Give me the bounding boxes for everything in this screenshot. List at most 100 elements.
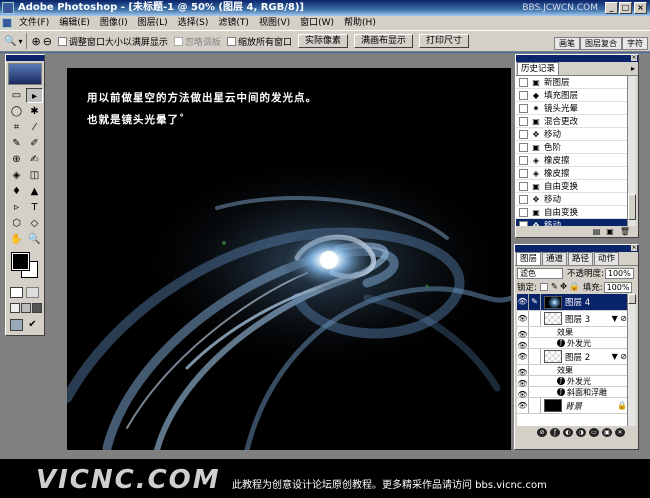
- history-state[interactable]: ◈ 橡皮擦: [516, 154, 628, 167]
- history-brush-source-checkbox[interactable]: [519, 90, 528, 100]
- standard-mode-icon[interactable]: [10, 287, 23, 298]
- close-icon[interactable]: ×: [631, 245, 637, 251]
- visibility-eye-icon[interactable]: 👁: [517, 365, 529, 377]
- slice-tool-icon[interactable]: ⁄: [26, 120, 43, 135]
- pen-tool-icon[interactable]: ⬡: [8, 216, 25, 231]
- layer-row[interactable]: 👁 ✎ 图层 4: [517, 294, 631, 311]
- menu-select[interactable]: 选择(S): [173, 16, 214, 30]
- close-icon[interactable]: ×: [631, 55, 637, 61]
- tab-paths[interactable]: 路径: [568, 252, 594, 265]
- history-state[interactable]: ▣ 自由变换: [516, 206, 628, 219]
- history-brush-source-checkbox[interactable]: [519, 142, 528, 152]
- actual-pixels-button[interactable]: 实际像素: [297, 34, 348, 48]
- zoom-tool-icon[interactable]: 🔍: [4, 36, 16, 47]
- history-state[interactable]: ✥ 移动: [516, 219, 628, 226]
- screen-mode-full-menu-icon[interactable]: [21, 303, 31, 313]
- history-state[interactable]: ▣ 新图层: [516, 76, 628, 89]
- layers-scrollbar-up[interactable]: [628, 294, 636, 304]
- history-brush-source-checkbox[interactable]: [519, 129, 528, 139]
- palette-menu-icon[interactable]: ▸: [631, 62, 638, 75]
- jump-to-imageready-icon[interactable]: [10, 319, 23, 331]
- visibility-eye-icon[interactable]: 👁: [517, 398, 529, 413]
- history-state[interactable]: ▣ 自由变换: [516, 180, 628, 193]
- tab-channels[interactable]: 通道: [542, 252, 568, 265]
- visibility-eye-icon[interactable]: 👁: [517, 376, 529, 388]
- lock-position-icon[interactable]: ✥: [560, 282, 567, 292]
- crop-tool-icon[interactable]: ⌗: [8, 120, 25, 135]
- tab-history[interactable]: 历史记录: [517, 62, 560, 75]
- history-palette-titlebar[interactable]: ×: [516, 55, 638, 62]
- visibility-eye-icon[interactable]: 👁: [517, 387, 529, 399]
- doc-menu-icon[interactable]: [2, 18, 12, 28]
- type-tool-icon[interactable]: T: [26, 200, 43, 215]
- visibility-eye-icon[interactable]: 👁: [517, 294, 529, 310]
- menu-help[interactable]: 帮助(H): [339, 16, 381, 30]
- marquee-tool-icon[interactable]: ▭: [8, 88, 25, 103]
- history-brush-source-checkbox[interactable]: [519, 168, 528, 178]
- layer-link-brush-icon[interactable]: [529, 398, 541, 413]
- palette-well-comps-tab[interactable]: 图层复合: [580, 37, 622, 50]
- layers-scrollbar[interactable]: [627, 294, 636, 426]
- history-brush-source-checkbox[interactable]: [519, 103, 528, 113]
- maximize-button[interactable]: □: [619, 2, 632, 14]
- blend-mode-select[interactable]: 滤色: [517, 267, 563, 279]
- new-snapshot-icon[interactable]: ▣: [606, 227, 614, 236]
- history-brush-source-checkbox[interactable]: [519, 77, 528, 87]
- clone-stamp-tool-icon[interactable]: ⊕: [8, 152, 25, 167]
- history-brush-source-checkbox[interactable]: [519, 207, 528, 217]
- zoom-tool-icon[interactable]: 🔍: [26, 232, 43, 247]
- visibility-eye-icon[interactable]: 👁: [517, 327, 529, 339]
- history-scrollbar-thumb[interactable]: [628, 194, 636, 220]
- dodge-tool-icon[interactable]: ▲: [26, 184, 43, 199]
- toolbox-titlebar[interactable]: [6, 55, 44, 61]
- layer-row[interactable]: 👁 背景 🔒: [517, 398, 631, 414]
- lock-all-icon[interactable]: 🔒: [569, 282, 580, 292]
- history-scrollbar[interactable]: [627, 76, 636, 226]
- delete-state-icon[interactable]: 🗑: [620, 227, 630, 236]
- link-icon[interactable]: ⊘: [537, 427, 547, 437]
- menu-view[interactable]: 视图(V): [254, 16, 295, 30]
- palette-well-character-tab[interactable]: 字符: [622, 37, 648, 50]
- fit-on-screen-button[interactable]: 满画布显示: [353, 34, 413, 48]
- tab-actions[interactable]: 动作: [594, 252, 620, 265]
- menu-filter[interactable]: 滤镜(T): [213, 16, 254, 30]
- layers-palette-titlebar[interactable]: ×: [515, 245, 638, 252]
- opacity-field[interactable]: 100%: [604, 267, 634, 279]
- menu-image[interactable]: 图像(I): [95, 16, 133, 30]
- history-state[interactable]: ▣ 混合更改: [516, 115, 628, 128]
- add-mask-icon[interactable]: ◐: [563, 427, 573, 437]
- effects-group-row[interactable]: 👁 效果: [517, 365, 631, 377]
- new-group-icon[interactable]: ▭: [589, 427, 599, 437]
- history-state[interactable]: ▣ 色阶: [516, 141, 628, 154]
- adobe-online-icon[interactable]: [8, 63, 42, 85]
- menu-edit[interactable]: 编辑(E): [54, 16, 95, 30]
- menu-window[interactable]: 窗口(W): [295, 16, 339, 30]
- lock-image-icon[interactable]: ✎: [551, 282, 558, 292]
- layer-link-brush-icon[interactable]: [529, 349, 541, 364]
- history-brush-source-checkbox[interactable]: [519, 181, 528, 191]
- magic-wand-tool-icon[interactable]: ✱: [26, 104, 43, 119]
- history-brush-source-checkbox[interactable]: [519, 155, 528, 165]
- history-brush-source-checkbox[interactable]: [519, 220, 528, 226]
- tab-layers[interactable]: 图层: [516, 252, 542, 265]
- history-state[interactable]: ✥ 移动: [516, 193, 628, 206]
- lock-transparent-checkbox[interactable]: [539, 283, 548, 291]
- menu-file[interactable]: 文件(F): [14, 16, 54, 30]
- zoom-in-icon[interactable]: ⊕: [31, 35, 40, 48]
- brush-tool-icon[interactable]: ✐: [26, 136, 43, 151]
- effect-item-row[interactable]: 👁 ƒ 斜面和浮雕: [517, 387, 631, 399]
- ignore-palettes-checkbox[interactable]: [173, 36, 183, 46]
- history-state[interactable]: ✥ 移动: [516, 128, 628, 141]
- quick-mask-icon[interactable]: [26, 287, 39, 298]
- hand-tool-icon[interactable]: ✋: [8, 232, 25, 247]
- visibility-eye-icon[interactable]: 👁: [517, 311, 529, 326]
- eraser-tool-icon[interactable]: ◈: [8, 168, 25, 183]
- menu-layer[interactable]: 图层(L): [133, 16, 173, 30]
- shape-tool-icon[interactable]: ◇: [26, 216, 43, 231]
- zoom-out-icon[interactable]: ⊖: [43, 35, 52, 48]
- visibility-eye-icon[interactable]: 👁: [517, 349, 529, 364]
- history-state[interactable]: ◆ 填充图层: [516, 89, 628, 102]
- zoom-tool-dropdown-icon[interactable]: ▾: [18, 37, 22, 46]
- print-size-button[interactable]: 打印尺寸: [418, 34, 469, 48]
- visibility-eye-icon[interactable]: 👁: [517, 338, 529, 350]
